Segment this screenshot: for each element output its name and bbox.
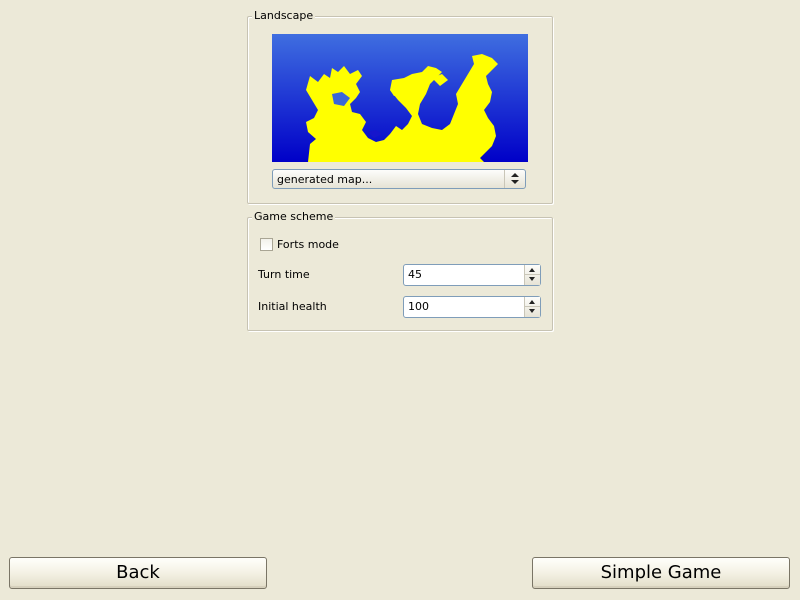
- landscape-group: Landscape generated map...: [247, 9, 553, 204]
- up-down-arrows-icon[interactable]: [504, 170, 525, 188]
- initial-health-spinbox[interactable]: [403, 296, 541, 318]
- chevron-down-icon[interactable]: [525, 307, 540, 317]
- map-selector[interactable]: generated map...: [272, 169, 526, 189]
- turn-time-label: Turn time: [258, 268, 310, 281]
- simple-game-button[interactable]: Simple Game: [532, 557, 790, 589]
- chevron-up-icon[interactable]: [525, 297, 540, 307]
- turn-time-stepper[interactable]: [524, 265, 540, 285]
- forts-mode-checkbox[interactable]: [260, 238, 273, 251]
- game-scheme-group-title: Game scheme: [252, 210, 336, 224]
- initial-health-stepper[interactable]: [524, 297, 540, 317]
- initial-health-input[interactable]: [408, 300, 518, 313]
- chevron-down-icon[interactable]: [525, 275, 540, 285]
- game-scheme-group: Game scheme Forts mode Turn time Initial…: [247, 210, 553, 331]
- landscape-group-title: Landscape: [252, 9, 316, 23]
- game-setup-screen: Landscape generated map... Game scheme F…: [0, 0, 800, 600]
- chevron-up-icon[interactable]: [525, 265, 540, 275]
- map-preview[interactable]: [272, 34, 528, 162]
- initial-health-label: Initial health: [258, 300, 327, 313]
- map-selector-value: generated map...: [277, 173, 373, 186]
- back-button[interactable]: Back: [9, 557, 267, 589]
- map-preview-image: [272, 34, 528, 162]
- turn-time-spinbox[interactable]: [403, 264, 541, 286]
- turn-time-input[interactable]: [408, 268, 518, 281]
- forts-mode-label[interactable]: Forts mode: [277, 238, 339, 251]
